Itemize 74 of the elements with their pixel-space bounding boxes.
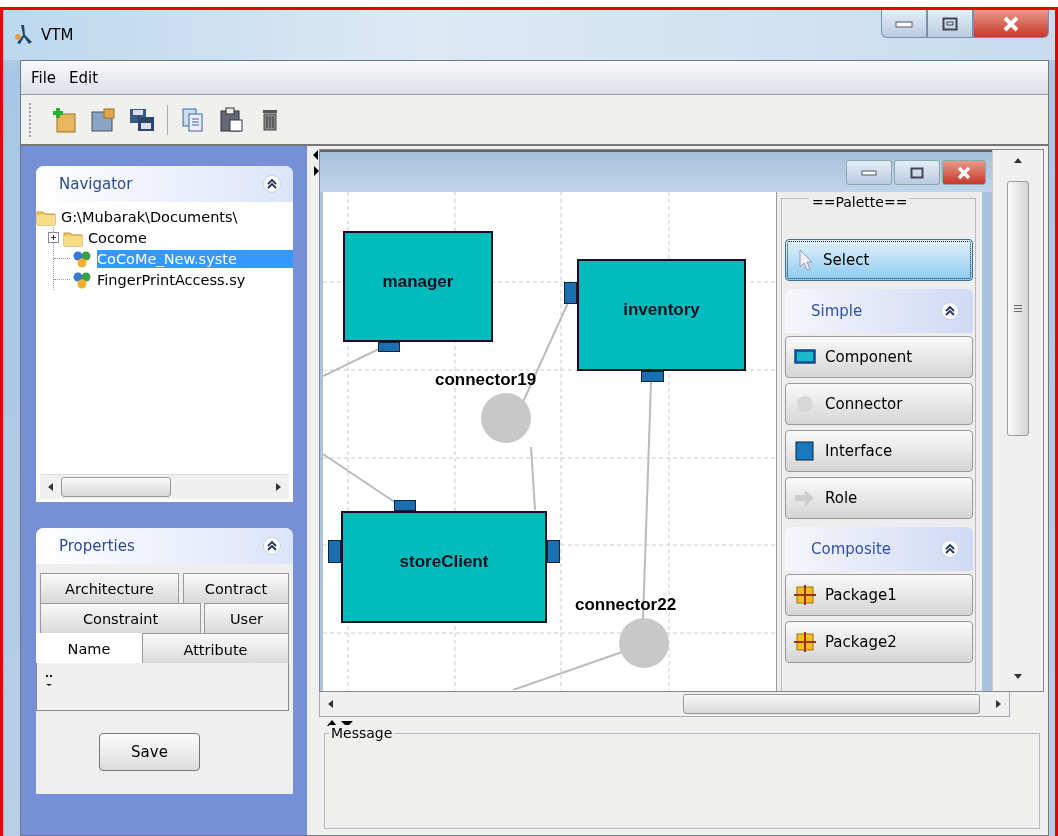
interface-port[interactable] [641,371,664,382]
folder-icon [90,106,116,133]
tab[interactable]: Architecture [40,573,179,603]
interface-port[interactable] [394,500,416,511]
interface-port[interactable] [564,282,577,304]
collapse-icon[interactable] [263,175,281,193]
menu-item[interactable]: File [29,68,59,87]
new-folder-icon [51,106,77,133]
select-tool[interactable]: Select [785,239,973,281]
splitter-arrows-icon[interactable] [313,150,319,176]
close-button[interactable] [942,160,986,185]
window-title: VTM [41,26,74,44]
package-icon [794,632,816,652]
component-box[interactable]: inventory [577,259,746,371]
system-file-icon [72,249,92,268]
app-icon [13,23,33,47]
close-button[interactable] [973,10,1049,38]
copy-icon [180,106,206,133]
circle-icon [794,394,816,414]
system-file-icon [72,270,92,289]
maximize-icon [910,166,924,179]
palette-title: ==Palette== [809,194,911,210]
tab[interactable]: Name [36,633,142,663]
collapse-icon[interactable] [941,302,959,320]
interface-port[interactable] [378,342,400,352]
maximize-button[interactable] [927,10,973,38]
tab[interactable]: User [204,603,289,633]
connector-line [530,446,536,511]
palette-tool-button[interactable]: Role [785,477,973,519]
pointer-icon [798,249,814,271]
tree-item[interactable]: FingerPrintAccess.sy [97,270,246,289]
expand-icon[interactable] [48,232,59,243]
component-box[interactable]: storeClient [341,511,547,623]
palette-tool-button[interactable]: Interface [785,430,973,472]
tab[interactable]: Attribute [142,633,289,665]
panel-title: Navigator [59,175,133,193]
tree-item[interactable]: Cocome [88,228,147,247]
interface-port[interactable] [547,540,560,563]
message-title: Message [329,725,395,741]
interface-port[interactable] [328,540,341,563]
panel-title: Properties [59,537,135,555]
palette-tool-button[interactable]: Component [785,336,973,378]
minimize-icon [860,168,878,177]
component-icon [794,347,816,367]
palette-tool-button[interactable]: Connector [785,383,973,425]
tab[interactable]: Contract [183,573,289,603]
vertical-scrollbar[interactable] [992,150,1043,691]
minimize-icon [893,18,915,29]
toolbar-button[interactable] [89,105,117,134]
palette-tool-button[interactable]: Package2 [785,621,973,663]
toolbar-button[interactable] [218,105,246,134]
close-icon [1001,15,1021,32]
floppy-disks-icon [129,106,155,133]
save-button[interactable]: Save [99,733,200,771]
square-icon [794,441,816,461]
maximize-button[interactable] [894,160,940,185]
arrow-icon [794,488,816,508]
tree-item[interactable]: G:\Mubarak\Documents\ [61,207,238,226]
connector-label: connector22 [575,595,677,615]
collapse-icon[interactable] [941,540,959,558]
package-icon [794,585,816,605]
connector-label: connector19 [435,370,537,390]
horizontal-scrollbar[interactable] [319,692,1010,717]
palette-section-header[interactable]: Composite [785,527,973,571]
spinner-icon [45,673,53,687]
close-icon [955,165,973,180]
palette-tool-button[interactable]: Package1 [785,574,973,616]
collapse-icon[interactable] [263,537,281,555]
tab[interactable]: Constraint [40,603,201,633]
maximize-icon [942,16,958,31]
palette-section-header[interactable]: Simple [785,289,973,333]
clipboard-icon [219,106,245,133]
component-box[interactable]: manager [343,231,493,342]
menu-item[interactable]: Edit [67,68,101,87]
